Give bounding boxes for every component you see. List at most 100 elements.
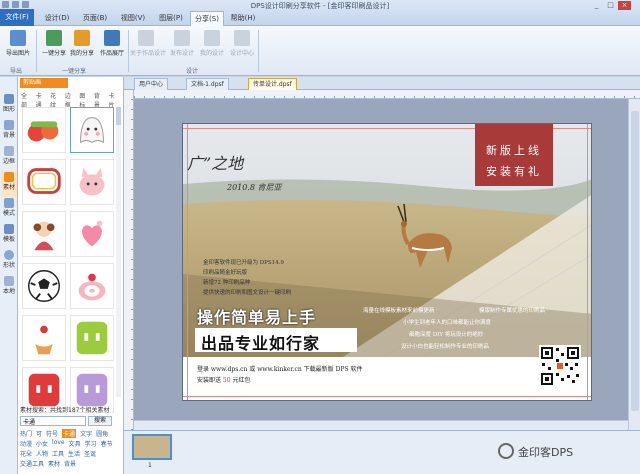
strawberry-icon[interactable] — [22, 107, 66, 153]
search-result-count: 素材搜索：共找到187个相关素材 — [20, 407, 110, 414]
my-share-button[interactable]: 我的分享 — [66, 29, 98, 63]
panel-tab[interactable]: 卡通 — [36, 91, 48, 109]
panel-tab[interactable]: 全部 — [21, 91, 33, 109]
publish-design-button[interactable]: 发布设计 — [166, 29, 198, 63]
panel-scroll-thumb[interactable] — [116, 107, 121, 125]
tag-item[interactable]: 人物 — [36, 449, 48, 458]
tag-item[interactable]: 文具 — [69, 439, 81, 448]
handwriting-title: 广”之地 — [187, 154, 244, 173]
frame-icon[interactable] — [22, 159, 66, 205]
tag-item[interactable]: 学习 — [85, 439, 97, 448]
tag-item[interactable]: 素材 — [48, 459, 60, 468]
close-button[interactable]: × — [618, 1, 631, 10]
intro-line: 印刷品随金好玩版 — [203, 270, 248, 276]
handwriting-date: 2010.8 肯尼亚 — [227, 183, 282, 192]
soccer-ball-icon[interactable] — [22, 263, 66, 309]
qr-code-icon — [539, 345, 581, 387]
redo-icon[interactable] — [22, 1, 29, 8]
minimize-button[interactable]: _ — [590, 1, 603, 10]
cat-icon[interactable] — [70, 159, 114, 205]
maximize-button[interactable]: □ — [604, 1, 617, 10]
rail-item-border[interactable]: 边框 — [1, 145, 17, 171]
vertical-scrollbar[interactable] — [628, 99, 640, 430]
tag-item[interactable]: 圣诞 — [84, 449, 96, 458]
vertical-scroll-thumb[interactable] — [631, 111, 639, 411]
gallery-button[interactable]: 作品展厅 — [96, 29, 128, 63]
panel-tab[interactable]: 图标 — [79, 91, 91, 109]
download-text: 登录 www.dps.cn 或 www.kinker.cn 下载最新版 DPS … — [197, 366, 363, 373]
cupcake-icon[interactable] — [22, 315, 66, 361]
intro-line: 新增72 种印刷品种 — [203, 280, 251, 286]
group-label-design: 设计 — [186, 68, 199, 75]
headline-professional[interactable]: 出品专业如行家 — [201, 330, 320, 354]
panel-tab[interactable]: 卡片 — [108, 91, 120, 109]
green-box-icon[interactable] — [70, 315, 114, 361]
cake-roll-icon[interactable] — [70, 263, 114, 309]
bonus-prefix: 安装即送 — [197, 377, 223, 384]
tag-item[interactable]: 背景 — [64, 459, 76, 468]
panel-tab[interactable]: 边框 — [65, 91, 77, 109]
tag-item[interactable]: 交通工具 — [20, 459, 44, 468]
tag-item[interactable]: love — [52, 439, 65, 448]
export-image-button[interactable]: 导出图片 — [2, 29, 34, 63]
group-label-export: 导出 — [10, 68, 23, 75]
tag-item[interactable]: 工具 — [52, 449, 64, 458]
undo-icon[interactable] — [12, 1, 19, 8]
flyer-artboard[interactable]: 新版上线 安装有礼 广”之地 2010.8 肯尼亚 金印客软件现已升级为 DPS… — [182, 123, 592, 401]
tag-list: 热门 可 符号 卡通 文字 圆角 动漫 小女 love 文具 学习 春节 花朵 … — [18, 426, 122, 471]
tag-item[interactable]: 春节 — [101, 439, 113, 448]
doc-tab-user-center[interactable]: 用户中心 — [134, 78, 169, 90]
rail-item-local[interactable]: 本地 — [1, 275, 17, 301]
publish-icon — [174, 30, 190, 46]
panel-tab[interactable]: 花纹 — [50, 91, 62, 109]
design-canvas[interactable]: 新版上线 安装有礼 广”之地 2010.8 肯尼亚 金印客软件现已升级为 DPS… — [134, 99, 640, 430]
rail-item-mode[interactable]: 模式 — [1, 197, 17, 223]
tag-item[interactable]: 可 — [36, 429, 42, 438]
new-version-badge[interactable]: 新版上线 安装有礼 — [475, 124, 553, 186]
ribbon-tab-help[interactable]: 帮助(H) — [226, 11, 260, 25]
horizontal-scrollbar[interactable] — [134, 420, 628, 430]
tag-item[interactable]: 文字 — [80, 429, 92, 438]
tag-item[interactable]: 符号 — [46, 429, 58, 438]
ribbon-tab-share[interactable]: 分享(S) — [190, 11, 224, 26]
my-design-button[interactable]: 我的设计 — [196, 29, 228, 63]
rail-item-background[interactable]: 背景 — [1, 119, 17, 145]
tag-item[interactable]: 小女 — [36, 439, 48, 448]
bonus-text: 安装即送 50 元红包 — [197, 375, 250, 384]
tag-item[interactable]: 热门 — [20, 429, 32, 438]
rail-item-shape[interactable]: 形状 — [1, 249, 17, 275]
user-share-icon — [74, 30, 90, 46]
intro-line: 金印客软件现已升级为 DPS14.9 — [203, 260, 284, 266]
ribbon-tab-page[interactable]: 页面(B) — [78, 11, 112, 25]
design-center-button[interactable]: 设计中心 — [226, 29, 258, 63]
doc-tab-flyer[interactable]: 传单设计.dpsf — [248, 78, 297, 90]
panel-tab[interactable]: 背景 — [94, 91, 106, 109]
feature-line: 细胞深度 DIY 将玩设计的绝妙 — [409, 332, 484, 338]
doc-tab-document-1[interactable]: 文档-1.dpsf — [186, 78, 229, 90]
heart-icon[interactable] — [70, 211, 114, 257]
panel-scrollbar[interactable] — [116, 107, 121, 397]
rail-item-graphics[interactable]: 图形 — [1, 93, 17, 119]
search-button[interactable]: 搜索 — [88, 416, 112, 426]
sticker-grid — [20, 107, 120, 413]
center-icon — [234, 30, 250, 46]
headline-easy-to-use[interactable]: 操作简单易上手 — [197, 304, 316, 328]
ribbon-tab-layer[interactable]: 图层(P) — [154, 11, 188, 25]
file-menu-button[interactable]: 文件(F) — [0, 9, 34, 26]
tag-item[interactable]: 圆角 — [96, 429, 108, 438]
page-thumbnail[interactable] — [132, 434, 172, 460]
group-label-share: 一键分享 — [62, 68, 87, 75]
save-icon[interactable] — [2, 1, 9, 8]
tag-item[interactable]: 动漫 — [20, 439, 32, 448]
ghost-icon[interactable] — [70, 107, 114, 153]
ribbon-tab-design[interactable]: 设计(D) — [40, 11, 74, 25]
tag-item[interactable]: 生活 — [68, 449, 80, 458]
about-design-button[interactable]: 关于作品设计 — [130, 29, 166, 63]
clipart-search-input[interactable] — [20, 416, 86, 426]
rail-item-template[interactable]: 模板 — [1, 223, 17, 249]
doll-icon[interactable] — [22, 211, 66, 257]
tag-item-selected[interactable]: 卡通 — [62, 429, 77, 438]
ribbon-tab-view[interactable]: 视图(V) — [116, 11, 150, 25]
tag-item[interactable]: 花朵 — [20, 449, 32, 458]
rail-item-material[interactable]: 素材 — [1, 171, 17, 197]
